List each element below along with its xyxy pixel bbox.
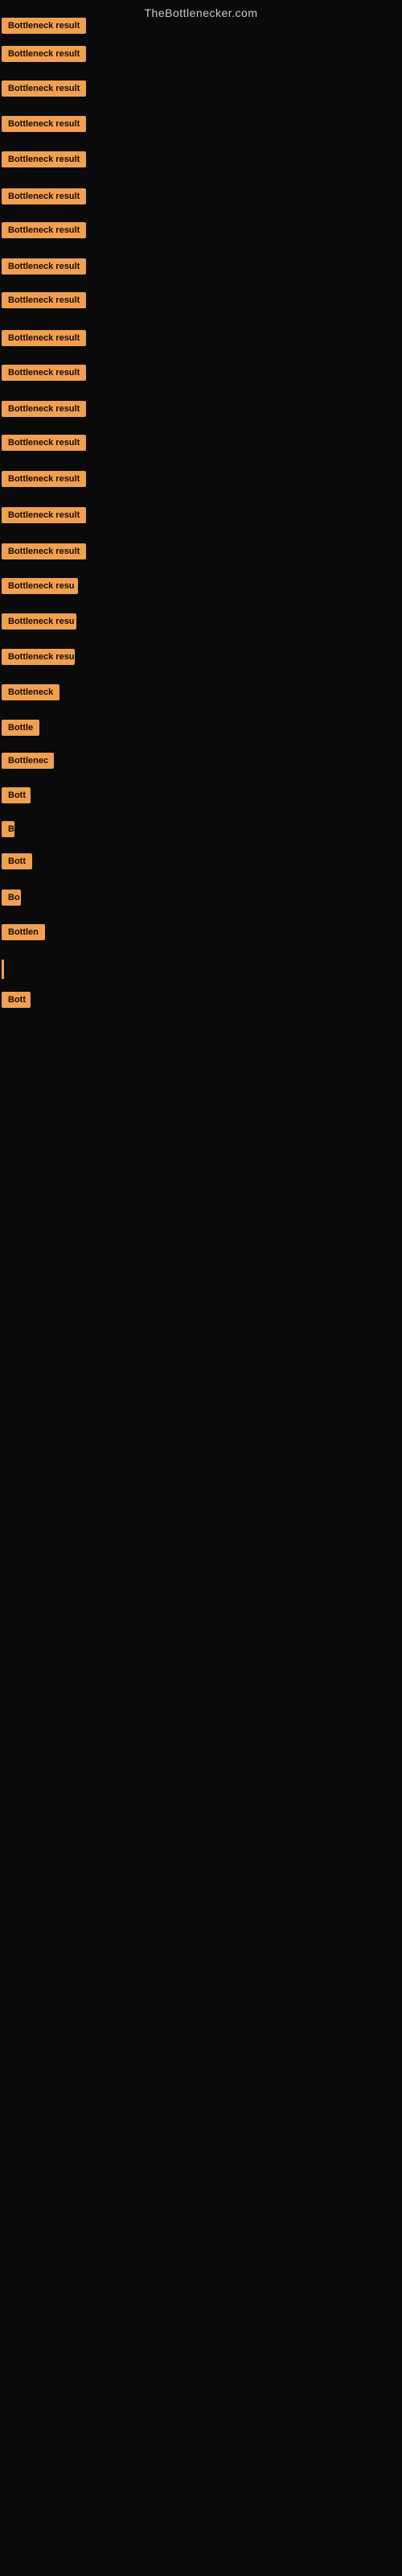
bottleneck-badge-18: Bottleneck resu — [2, 613, 76, 630]
bottleneck-badge-8: Bottleneck result — [2, 258, 86, 275]
result-row-26: Bo — [2, 890, 21, 910]
bottleneck-badge-25: Bott — [2, 853, 32, 869]
bottleneck-badge-10: Bottleneck result — [2, 330, 86, 346]
result-row-11: Bottleneck result — [2, 365, 86, 385]
result-row-10: Bottleneck result — [2, 330, 86, 350]
result-row-25: Bott — [2, 853, 32, 873]
result-row-13: Bottleneck result — [2, 435, 86, 455]
bottleneck-badge-1: Bottleneck result — [2, 18, 86, 34]
bottleneck-badge-4: Bottleneck result — [2, 116, 86, 132]
bottleneck-badge-9: Bottleneck result — [2, 292, 86, 308]
bottleneck-badge-7: Bottleneck result — [2, 222, 86, 238]
result-row-12: Bottleneck result — [2, 401, 86, 421]
bottleneck-badge-27: Bottlen — [2, 924, 45, 940]
bottleneck-badge-20: Bottleneck — [2, 684, 59, 700]
result-row-4: Bottleneck result — [2, 116, 86, 136]
bottleneck-badge-26: Bo — [2, 890, 21, 906]
page-container: TheBottlenecker.com Bottleneck resultBot… — [0, 0, 402, 2576]
result-row-18: Bottleneck resu — [2, 613, 76, 634]
bottleneck-badge-21: Bottle — [2, 720, 39, 736]
bottleneck-badge-29: Bott — [2, 992, 31, 1008]
result-row-22: Bottlenec — [2, 753, 54, 773]
result-row-2: Bottleneck result — [2, 46, 86, 66]
bottleneck-badge-3: Bottleneck result — [2, 80, 86, 97]
result-row-1: Bottleneck result — [2, 18, 86, 38]
bottleneck-badge-23: Bott — [2, 787, 31, 803]
result-row-17: Bottleneck resu — [2, 578, 78, 598]
bottleneck-badge-12: Bottleneck result — [2, 401, 86, 417]
bottleneck-badge-16: Bottleneck result — [2, 543, 86, 559]
vertical-line-28 — [2, 960, 4, 979]
result-row-9: Bottleneck result — [2, 292, 86, 312]
result-row-27: Bottlen — [2, 924, 45, 944]
bottleneck-badge-22: Bottlenec — [2, 753, 54, 769]
result-row-20: Bottleneck — [2, 684, 59, 704]
result-row-14: Bottleneck result — [2, 471, 86, 491]
result-row-24: B — [2, 821, 14, 841]
result-row-5: Bottleneck result — [2, 151, 86, 171]
result-row-23: Bott — [2, 787, 31, 807]
result-row-21: Bottle — [2, 720, 39, 740]
result-row-19: Bottleneck resu — [2, 649, 75, 669]
bottleneck-badge-19: Bottleneck resu — [2, 649, 75, 665]
result-row-7: Bottleneck result — [2, 222, 86, 242]
bottleneck-badge-14: Bottleneck result — [2, 471, 86, 487]
bottleneck-badge-24: B — [2, 821, 14, 837]
result-row-16: Bottleneck result — [2, 543, 86, 564]
result-row-15: Bottleneck result — [2, 507, 86, 527]
result-row-3: Bottleneck result — [2, 80, 86, 101]
bottleneck-badge-13: Bottleneck result — [2, 435, 86, 451]
bottleneck-badge-15: Bottleneck result — [2, 507, 86, 523]
result-row-8: Bottleneck result — [2, 258, 86, 279]
bottleneck-badge-11: Bottleneck result — [2, 365, 86, 381]
bottleneck-badge-17: Bottleneck resu — [2, 578, 78, 594]
bottleneck-badge-2: Bottleneck result — [2, 46, 86, 62]
bottleneck-badge-6: Bottleneck result — [2, 188, 86, 204]
result-row-6: Bottleneck result — [2, 188, 86, 208]
result-row-29: Bott — [2, 992, 31, 1012]
bottleneck-badge-5: Bottleneck result — [2, 151, 86, 167]
result-row-28 — [2, 960, 4, 983]
